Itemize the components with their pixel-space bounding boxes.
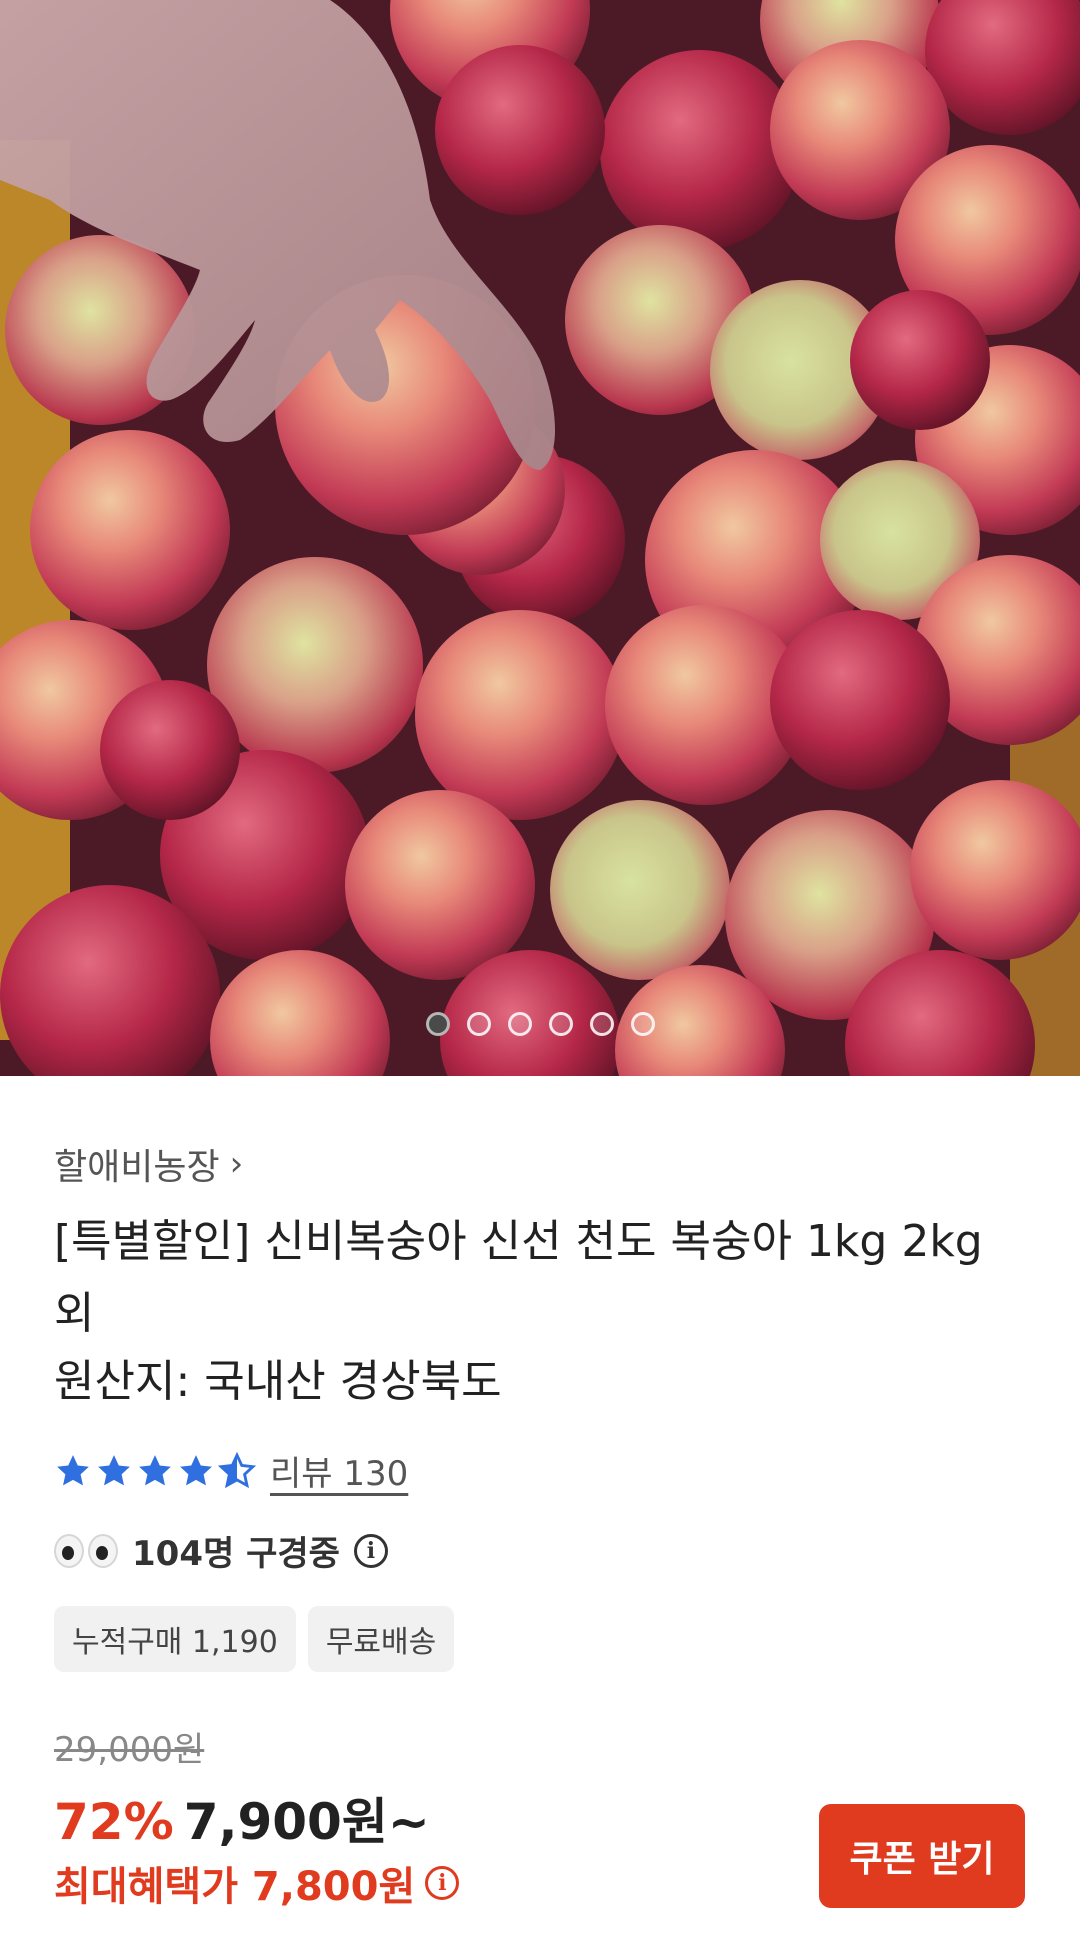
carousel-dot-2[interactable] xyxy=(466,1012,491,1036)
product-title: [특별할인] 신비복숭아 신선 천도 복숭아 1kg 2kg 외 xyxy=(54,1216,983,1339)
benefit-info-icon[interactable]: i xyxy=(425,1866,460,1900)
original-price: 29,000원 xyxy=(54,1730,205,1770)
star-icon xyxy=(57,1454,89,1485)
carousel-dot-5[interactable] xyxy=(589,1012,614,1036)
product-tags: 누적구매 1,190 무료배송 xyxy=(54,1606,455,1672)
seller-link[interactable]: 할애비농장 › xyxy=(54,1138,243,1190)
viewers-count: 104명 구경중 xyxy=(132,1534,340,1574)
tag-free-shipping: 무료배송 xyxy=(307,1606,455,1672)
rating-row: 리뷰 130 xyxy=(54,1446,408,1495)
info-icon[interactable]: i xyxy=(353,1533,388,1568)
eye-left-icon xyxy=(54,1533,84,1568)
get-coupon-button[interactable]: 쿠폰 받기 xyxy=(819,1804,1025,1908)
eye-right-icon xyxy=(88,1533,118,1568)
price-row: 72% 7,900원~ xyxy=(54,1782,430,1854)
carousel-dot-4[interactable] xyxy=(548,1012,573,1036)
max-benefit-price-row: 최대혜택가 7,800원 i xyxy=(54,1854,460,1912)
max-benefit-price: 최대혜택가 7,800원 xyxy=(54,1864,416,1910)
chevron-right-icon: › xyxy=(229,1144,244,1184)
carousel-dot-1[interactable] xyxy=(425,1012,450,1036)
star-icon xyxy=(180,1454,212,1485)
carousel-pagination xyxy=(0,1012,1080,1036)
carousel-dot-6[interactable] xyxy=(630,1012,655,1036)
discount-rate: 72% xyxy=(54,1793,174,1851)
star-rating xyxy=(54,1451,256,1490)
sale-price: 7,900원~ xyxy=(183,1793,430,1851)
product-origin: 원산지: 국내산 경상북도 xyxy=(54,1356,502,1407)
half-star-icon xyxy=(218,1451,256,1488)
eyes-icon xyxy=(54,1533,118,1568)
review-count-link[interactable]: 리뷰 130 xyxy=(270,1446,408,1495)
carousel-dot-3[interactable] xyxy=(507,1012,532,1036)
peaches-photo xyxy=(0,0,1080,1076)
product-image-carousel[interactable] xyxy=(0,0,1080,1076)
tag-cumulative-purchases: 누적구매 1,190 xyxy=(54,1606,296,1672)
viewers-row: 104명 구경중 i xyxy=(54,1526,388,1575)
product-detail-page: 할애비농장 › [특별할인] 신비복숭아 신선 천도 복숭아 1kg 2kg 외… xyxy=(0,0,1080,1935)
star-icon xyxy=(98,1454,130,1485)
star-icon xyxy=(139,1454,171,1485)
seller-name: 할애비농장 xyxy=(54,1147,220,1188)
